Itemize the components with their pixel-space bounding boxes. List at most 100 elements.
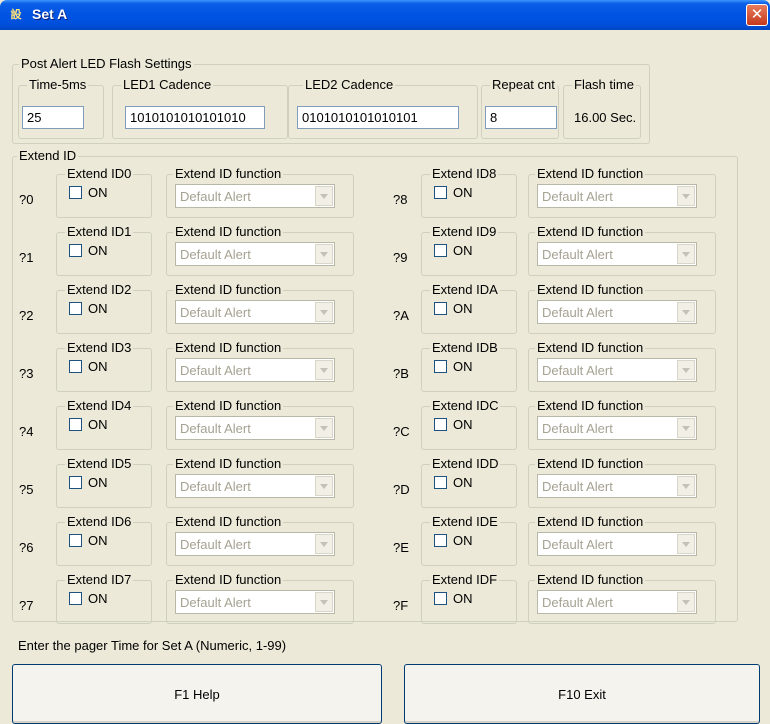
dropdown-button[interactable] (315, 476, 333, 496)
extend-id-label: Extend IDF (430, 572, 500, 588)
extend-id-checkbox[interactable]: ON (69, 591, 108, 607)
extend-id-checkbox[interactable]: ON (434, 533, 473, 549)
extend-id-box: Extend ID9 ON (421, 224, 517, 276)
dialog-window: 設 Set A ✕ Post Alert LED Flash Settings … (0, 0, 770, 724)
extend-function-select[interactable]: Default Alert (537, 300, 697, 324)
dropdown-button[interactable] (315, 592, 333, 612)
dropdown-button[interactable] (677, 592, 695, 612)
extend-function-select[interactable]: Default Alert (175, 416, 335, 440)
dropdown-button[interactable] (677, 302, 695, 322)
extend-id-checkbox[interactable]: ON (69, 475, 108, 491)
chevron-down-icon (320, 194, 328, 199)
dropdown-button[interactable] (315, 360, 333, 380)
extend-id-checkbox[interactable]: ON (434, 475, 473, 491)
extend-function-box: Extend ID function Default Alert (166, 166, 354, 218)
extend-function-select[interactable]: Default Alert (175, 358, 335, 382)
extend-function-select[interactable]: Default Alert (175, 474, 335, 498)
extend-id-checkbox[interactable]: ON (69, 301, 108, 317)
extend-id-checkbox[interactable]: ON (69, 359, 108, 375)
time-label: Time-5ms (27, 77, 89, 93)
extend-function-select[interactable]: Default Alert (175, 242, 335, 266)
chevron-down-icon (682, 542, 690, 547)
extend-id-checkbox[interactable]: ON (69, 243, 108, 259)
extend-function-select[interactable]: Default Alert (537, 416, 697, 440)
chevron-down-icon (320, 310, 328, 315)
extend-function-label: Extend ID function (173, 166, 284, 182)
time-input[interactable]: 25 (22, 106, 84, 129)
extend-function-box: Extend ID function Default Alert (528, 572, 716, 624)
extend-function-value: Default Alert (180, 537, 251, 552)
help-button[interactable]: F1 Help (12, 664, 382, 724)
extend-id-checkbox[interactable]: ON (434, 301, 473, 317)
checkbox-icon (69, 592, 82, 605)
extend-id-checkbox[interactable]: ON (434, 417, 473, 433)
extend-function-label: Extend ID function (535, 456, 646, 472)
checkbox-icon (434, 360, 447, 373)
extend-id-checkbox[interactable]: ON (434, 359, 473, 375)
extend-id-label: Extend ID9 (430, 224, 499, 240)
extend-row-label: ?D (393, 482, 410, 497)
led1-cadence-input[interactable]: 1010101010101010 (125, 106, 265, 129)
chevron-down-icon (682, 194, 690, 199)
extend-id-checkbox[interactable]: ON (434, 185, 473, 201)
extend-row-label: ?6 (19, 540, 34, 555)
extend-function-select[interactable]: Default Alert (537, 590, 697, 614)
extend-function-select[interactable]: Default Alert (175, 300, 335, 324)
dropdown-button[interactable] (677, 534, 695, 554)
chevron-down-icon (320, 542, 328, 547)
extend-function-select[interactable]: Default Alert (175, 184, 335, 208)
dropdown-button[interactable] (315, 186, 333, 206)
led2-cadence-input[interactable]: 0101010101010101 (297, 106, 459, 129)
time-group: Time-5ms 25 (18, 77, 104, 139)
dropdown-button[interactable] (677, 418, 695, 438)
extend-id-checkbox-label: ON (88, 475, 108, 490)
extend-id-box: Extend ID3 ON (56, 340, 152, 392)
dropdown-button[interactable] (315, 418, 333, 438)
extend-function-label: Extend ID function (173, 224, 284, 240)
extend-id-label: Extend ID2 (65, 282, 134, 298)
extend-id-checkbox[interactable]: ON (434, 243, 473, 259)
extend-row-label: ?C (393, 424, 410, 439)
extend-function-select[interactable]: Default Alert (537, 184, 697, 208)
extend-function-select[interactable]: Default Alert (175, 590, 335, 614)
extend-function-select[interactable]: Default Alert (175, 532, 335, 556)
dropdown-button[interactable] (677, 476, 695, 496)
title-bar[interactable]: 設 Set A ✕ (0, 0, 770, 30)
repeat-count-input[interactable]: 8 (485, 106, 557, 129)
close-button[interactable]: ✕ (746, 4, 768, 26)
extend-id-label: Extend ID6 (65, 514, 134, 530)
extend-id-label: Extend ID3 (65, 340, 134, 356)
extend-function-box: Extend ID function Default Alert (166, 572, 354, 624)
extend-row-label: ?E (393, 540, 409, 555)
extend-function-select[interactable]: Default Alert (537, 474, 697, 498)
extend-id-box: Extend ID5 ON (56, 456, 152, 508)
checkbox-icon (69, 418, 82, 431)
extend-function-select[interactable]: Default Alert (537, 358, 697, 382)
extend-id-label: Extend IDC (430, 398, 501, 414)
extend-function-label: Extend ID function (535, 572, 646, 588)
dropdown-button[interactable] (677, 360, 695, 380)
extend-function-box: Extend ID function Default Alert (166, 282, 354, 334)
dropdown-button[interactable] (677, 244, 695, 264)
dropdown-button[interactable] (315, 534, 333, 554)
dropdown-button[interactable] (315, 302, 333, 322)
extend-id-checkbox[interactable]: ON (69, 185, 108, 201)
extend-function-box: Extend ID function Default Alert (528, 224, 716, 276)
extend-id-label: Extend IDA (430, 282, 500, 298)
extend-function-select[interactable]: Default Alert (537, 532, 697, 556)
extend-id-checkbox[interactable]: ON (69, 533, 108, 549)
checkbox-icon (434, 592, 447, 605)
exit-button[interactable]: F10 Exit (404, 664, 760, 724)
extend-id-checkbox-label: ON (453, 359, 473, 374)
extend-function-select[interactable]: Default Alert (537, 242, 697, 266)
extend-id-box: Extend ID2 ON (56, 282, 152, 334)
extend-row-label: ?8 (393, 192, 408, 207)
dropdown-button[interactable] (677, 186, 695, 206)
extend-id-checkbox-label: ON (88, 533, 108, 548)
extend-id-checkbox[interactable]: ON (434, 591, 473, 607)
extend-id-box: Extend ID0 ON (56, 166, 152, 218)
extend-id-checkbox[interactable]: ON (69, 417, 108, 433)
checkbox-icon (69, 360, 82, 373)
dropdown-button[interactable] (315, 244, 333, 264)
extend-id-box: Extend IDC ON (421, 398, 517, 450)
